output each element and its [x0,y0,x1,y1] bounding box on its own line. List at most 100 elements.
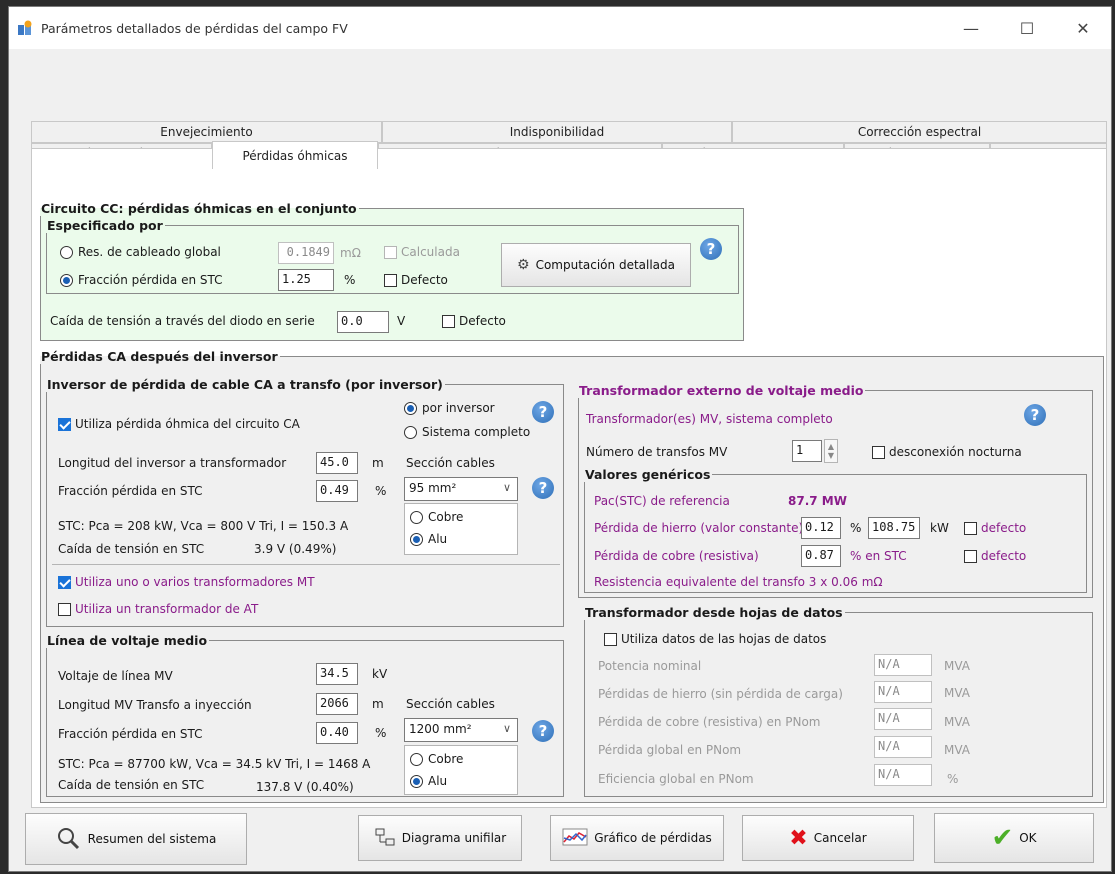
inv-length-unit: m [372,456,384,470]
specified-by-title: Especificado por [47,218,163,233]
ds-efficiency-label: Eficiencia global en PNom [598,772,754,786]
close-button[interactable]: ✕ [1055,7,1111,49]
inv-frac-input[interactable]: 0.49 [316,480,358,502]
ds-nominal-input[interactable]: N/A [874,654,932,676]
mv-voltage-label: Voltaje de línea MV [58,669,173,683]
tab-row-top: Envejecimiento Indisponibilidad Correcci… [31,121,1107,143]
inv-drop-label: Caída de tensión en STC [58,542,205,556]
use-mt-transformers-checkbox[interactable]: Utiliza uno o varios transformadores MT [58,575,315,589]
frac-stc-radio[interactable]: Fracción pérdida en STC [60,273,223,287]
ds-global-input[interactable]: N/A [874,736,932,758]
iron-loss-input[interactable]: 0.12 [801,517,841,539]
night-disconnect-checkbox[interactable]: desconexión nocturna [872,445,1022,459]
inv-section-select[interactable]: 95 mm² ∨ [404,477,518,501]
mv-section-select[interactable]: 1200 mm² ∨ [404,718,518,742]
cancel-button[interactable]: ✖ Cancelar [742,815,914,861]
red-x-icon: ✖ [789,825,808,851]
pac-value: 87.7 MW [788,494,847,508]
mv-frac-label: Fracción pérdida en STC [58,727,203,741]
mv-copper-radio[interactable]: Cobre [410,752,463,766]
mv-stc-text: STC: Pca = 87700 kW, Vca = 34.5 kV Tri, … [58,757,371,771]
inverter-help-icon[interactable]: ? [532,401,554,423]
iron-default-checkbox[interactable]: defecto [964,521,1026,535]
complete-system-radio[interactable]: Sistema completo [404,425,530,439]
inv-copper-radio[interactable]: Cobre [410,510,463,524]
diode-default-checkbox[interactable]: Defecto [442,314,506,328]
copper-loss-label: Pérdida de cobre (resistiva) [594,549,759,563]
mv-count-spinner[interactable]: ▲ ▼ [824,439,838,463]
tab-indisponibilidad[interactable]: Indisponibilidad [382,121,732,143]
res-global-radio[interactable]: Res. de cableado global [60,245,221,259]
iron-kw-unit: kW [930,521,949,535]
magnifier-icon [56,826,80,853]
tab-content: Circuito CC: pérdidas óhmicas en el conj… [31,148,1107,808]
ds-copper-label: Pérdida de cobre (resistiva) en PNom [598,715,821,729]
pac-label: Pac(STC) de referencia [594,494,730,508]
per-inverter-radio[interactable]: por inversor [404,401,495,415]
ds-global-unit: MVA [944,743,971,757]
iron-kw-input[interactable]: 108.75 [868,517,920,539]
system-summary-button[interactable]: Resumen del sistema [25,813,247,865]
loss-chart-button[interactable]: Gráfico de pérdidas [550,815,724,861]
mv-frac-input[interactable]: 0.40 [316,722,358,744]
use-at-transformer-checkbox[interactable]: Utiliza un transformador de AT [58,602,258,616]
iron-loss-unit: % [850,521,862,535]
maximize-button[interactable]: ☐ [999,7,1055,49]
res-global-input[interactable]: 0.1849 [278,242,334,264]
detailed-computation-button[interactable]: ⚙ Computación detallada [501,243,691,287]
ds-nominal-label: Potencia nominal [598,659,702,673]
inv-length-label: Longitud del inversor a transformador [58,456,287,470]
use-ac-ohmic-checkbox[interactable]: Utiliza pérdida óhmica del circuito CA [58,417,300,431]
mv-voltage-input[interactable]: 34.5 [316,663,358,685]
tab-envejecimiento[interactable]: Envejecimiento [31,121,382,143]
copper-loss-input[interactable]: 0.87 [801,545,841,567]
ds-iron-unit: MVA [944,686,971,700]
dc-default-checkbox[interactable]: Defecto [384,273,448,287]
mv-count-label: Número de transfos MV [586,445,728,459]
ds-iron-input[interactable]: N/A [874,681,932,703]
pvsyst-app-icon [17,19,35,37]
dc-help-icon[interactable]: ? [700,238,722,260]
copper-loss-unit: % en STC [850,549,907,563]
ext-help-icon[interactable]: ? [1024,404,1046,426]
section-help-icon[interactable]: ? [532,477,554,499]
tab-perdidas-ohmicas[interactable]: Pérdidas óhmicas [212,141,378,169]
inv-length-input[interactable]: 45.0 [316,452,358,474]
mv-drop-label: Caída de tensión en STC [58,778,205,792]
dc-frac-input[interactable]: 1.25 [278,269,334,291]
inv-alu-radio[interactable]: Alu [410,532,447,546]
use-datasheet-checkbox[interactable]: Utiliza datos de las hojas de datos [604,632,826,646]
calculated-checkbox[interactable]: Calculada [384,245,460,259]
ds-efficiency-unit: % [947,772,959,786]
ds-global-label: Pérdida global en PNom [598,743,742,757]
ds-copper-input[interactable]: N/A [874,708,932,730]
inv-stc-text: STC: Pca = 208 kW, Vca = 800 V Tri, I = … [58,519,349,533]
mv-length-label: Longitud MV Transfo a inyección [58,698,252,712]
ds-copper-unit: MVA [944,715,971,729]
single-line-diagram-button[interactable]: Diagrama unifilar [358,815,522,861]
iron-loss-label: Pérdida de hierro (valor constante) [594,521,804,535]
ds-nominal-unit: MVA [944,659,971,673]
copper-default-checkbox[interactable]: defecto [964,549,1026,563]
window-title: Parámetros detallados de pérdidas del ca… [41,20,348,36]
divider [52,564,560,565]
diode-label: Caída de tensión a través del diodo en s… [50,314,315,328]
ext-transformer-title: Transformador externo de voltaje medio [579,383,864,398]
inv-drop-value: 3.9 V (0.49%) [254,542,337,556]
dc-ohmic-title: Circuito CC: pérdidas óhmicas en el conj… [41,201,357,216]
mv-alu-radio[interactable]: Alu [410,774,447,788]
res-unit: mΩ [340,246,361,260]
ds-efficiency-input[interactable]: N/A [874,764,932,786]
ds-iron-label: Pérdidas de hierro (sin pérdida de carga… [598,687,843,701]
ok-button[interactable]: ✔ OK [934,813,1094,863]
title-bar: Parámetros detallados de pérdidas del ca… [9,7,1111,49]
mv-help-icon[interactable]: ? [532,720,554,742]
mv-length-input[interactable]: 2066 [316,693,358,715]
tab-correccion-espectral[interactable]: Corrección espectral [732,121,1107,143]
diode-input[interactable]: 0.0 [337,311,389,333]
mv-count-input[interactable]: 1 [792,440,822,462]
chevron-down-icon: ∨ [502,722,511,735]
single-line-diagram-icon [374,827,396,850]
minimize-button[interactable]: — [943,7,999,49]
inverter-cable-title: Inversor de pérdida de cable CA a transf… [47,377,443,392]
